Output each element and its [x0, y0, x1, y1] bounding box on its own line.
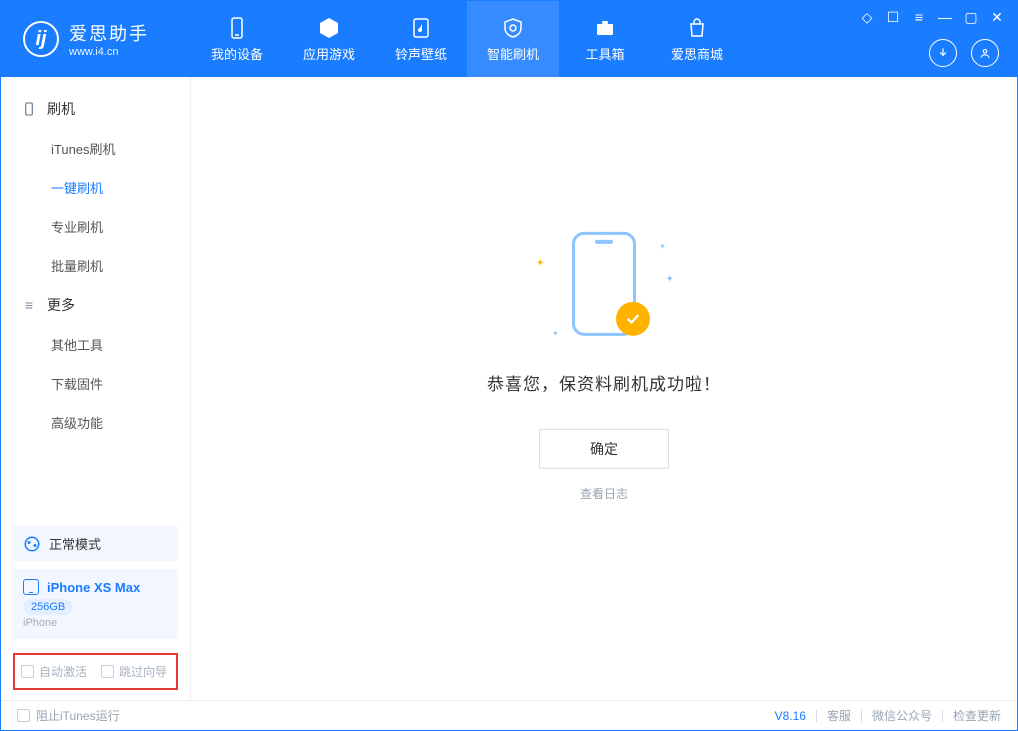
- ok-button[interactable]: 确定: [539, 428, 669, 468]
- flash-options-highlight: 自动激活 跳过向导: [13, 653, 178, 690]
- sidebar: 刷机 iTunes刷机 一键刷机 专业刷机 批量刷机 ≡ 更多 其他工具 下载固…: [1, 77, 191, 700]
- option-label: 跳过向导: [119, 663, 167, 680]
- sidebar-group-more[interactable]: ≡ 更多: [1, 285, 190, 325]
- device-name: iPhone XS Max: [47, 580, 140, 595]
- window-controls: ◇ ☐ ≡ — ▢ ✕: [859, 9, 1005, 25]
- brand-url: www.i4.cn: [69, 46, 149, 58]
- success-illustration: ✦ ✦ ✦ ✦: [534, 231, 674, 341]
- header: ij 爱思助手 www.i4.cn 我的设备 应用游戏 铃声壁纸 智能刷机 工具…: [1, 1, 1017, 77]
- checkbox-icon: [21, 665, 34, 678]
- sidebar-list: 刷机 iTunes刷机 一键刷机 专业刷机 批量刷机 ≡ 更多 其他工具 下载固…: [1, 77, 190, 518]
- sidebar-item-itunes-flash[interactable]: iTunes刷机: [1, 129, 190, 168]
- option-label: 自动激活: [39, 663, 87, 680]
- phone-icon: [225, 16, 249, 40]
- separator: [861, 710, 862, 722]
- maximize-button[interactable]: ▢: [963, 9, 979, 25]
- feedback-icon[interactable]: ☐: [885, 9, 901, 25]
- checkbox-skip-guide[interactable]: 跳过向导: [101, 663, 167, 680]
- sidebar-item-batch-flash[interactable]: 批量刷机: [1, 246, 190, 285]
- mode-icon: [23, 535, 41, 553]
- sidebar-item-pro-flash[interactable]: 专业刷机: [1, 207, 190, 246]
- sidebar-item-advanced[interactable]: 高级功能: [1, 403, 190, 442]
- tab-smart-flash[interactable]: 智能刷机: [467, 1, 559, 77]
- device-info-row[interactable]: iPhone XS Max 256GB iPhone: [13, 569, 178, 639]
- account-button[interactable]: [971, 39, 999, 67]
- device-storage-badge: 256GB: [23, 599, 73, 615]
- cube-icon: [317, 16, 341, 40]
- checkbox-icon: [17, 709, 30, 722]
- tab-apps-games[interactable]: 应用游戏: [283, 1, 375, 77]
- menu-icon[interactable]: ≡: [911, 9, 927, 25]
- device-subtype: iPhone: [23, 617, 168, 629]
- device-block: 正常模式 iPhone XS Max 256GB iPhone: [1, 518, 190, 645]
- list-icon: ≡: [21, 297, 37, 313]
- body: 刷机 iTunes刷机 一键刷机 专业刷机 批量刷机 ≡ 更多 其他工具 下载固…: [1, 77, 1017, 700]
- group-label: 刷机: [47, 99, 75, 119]
- skin-icon[interactable]: ◇: [859, 9, 875, 25]
- minimize-button[interactable]: —: [937, 9, 953, 25]
- tab-ringtones[interactable]: 铃声壁纸: [375, 1, 467, 77]
- sidebar-item-download-firmware[interactable]: 下载固件: [1, 364, 190, 403]
- bag-icon: [685, 16, 709, 40]
- main-panel: ✦ ✦ ✦ ✦ 恭喜您，保资料刷机成功啦！ 确定 查看日志: [191, 77, 1017, 700]
- sidebar-group-flash[interactable]: 刷机: [1, 89, 190, 129]
- tab-store[interactable]: 爱思商城: [651, 1, 743, 77]
- music-file-icon: [409, 16, 433, 40]
- sparkle-icon: ✦: [536, 257, 544, 268]
- download-button[interactable]: [929, 39, 957, 67]
- tab-label: 铃声壁纸: [395, 44, 447, 63]
- block-itunes-label: 阻止iTunes运行: [36, 707, 120, 724]
- close-button[interactable]: ✕: [989, 9, 1005, 25]
- tab-label: 爱思商城: [671, 44, 723, 63]
- logo-icon: ij: [23, 21, 59, 57]
- view-log-link[interactable]: 查看日志: [580, 486, 628, 500]
- sidebar-item-other-tools[interactable]: 其他工具: [1, 325, 190, 364]
- sidebar-item-oneclick-flash[interactable]: 一键刷机: [1, 168, 190, 207]
- checkmark-badge-icon: [616, 301, 650, 335]
- group-label: 更多: [47, 295, 75, 315]
- separator: [942, 710, 943, 722]
- header-actions: [929, 39, 999, 67]
- sparkle-icon: ✦: [666, 273, 674, 284]
- result-panel: ✦ ✦ ✦ ✦ 恭喜您，保资料刷机成功啦！ 确定 查看日志: [487, 231, 721, 502]
- briefcase-icon: [593, 16, 617, 40]
- version-label: V8.16: [775, 709, 806, 723]
- device-mode-row[interactable]: 正常模式: [13, 526, 178, 561]
- status-bar: 阻止iTunes运行 V8.16 客服 微信公众号 检查更新: [1, 700, 1017, 730]
- support-link[interactable]: 客服: [827, 707, 851, 724]
- brand-text: 爱思助手 www.i4.cn: [69, 20, 149, 58]
- tab-label: 工具箱: [585, 44, 624, 63]
- refresh-shield-icon: [501, 16, 525, 40]
- phone-small-icon: [23, 579, 39, 595]
- tab-label: 智能刷机: [487, 44, 539, 63]
- brand-name: 爱思助手: [69, 20, 149, 46]
- tab-my-device[interactable]: 我的设备: [191, 1, 283, 77]
- device-mode-label: 正常模式: [49, 534, 101, 553]
- checkbox-block-itunes[interactable]: 阻止iTunes运行: [17, 707, 120, 724]
- tab-label: 应用游戏: [303, 44, 355, 63]
- sparkle-icon: ✦: [659, 241, 666, 250]
- checkbox-icon: [101, 665, 114, 678]
- result-message: 恭喜您，保资料刷机成功啦！: [487, 369, 721, 394]
- checkbox-auto-activate[interactable]: 自动激活: [21, 663, 87, 680]
- tab-toolbox[interactable]: 工具箱: [559, 1, 651, 77]
- separator: [816, 710, 817, 722]
- logo-area[interactable]: ij 爱思助手 www.i4.cn: [1, 1, 191, 77]
- device-icon: [21, 101, 37, 117]
- wechat-link[interactable]: 微信公众号: [872, 707, 932, 724]
- sparkle-icon: ✦: [552, 328, 559, 337]
- check-update-link[interactable]: 检查更新: [953, 707, 1001, 724]
- tab-label: 我的设备: [211, 44, 263, 63]
